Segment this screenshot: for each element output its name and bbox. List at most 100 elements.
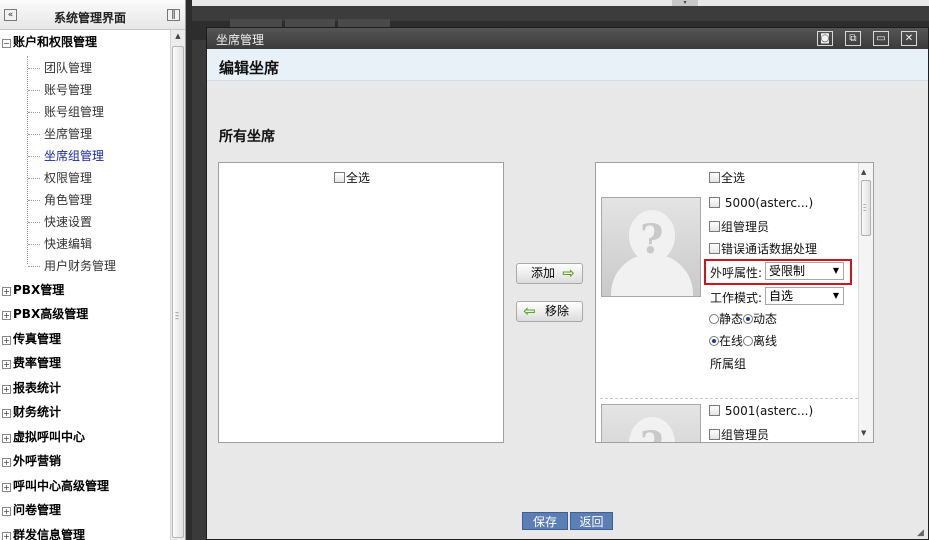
collapse-toggle-icon[interactable]: − bbox=[2, 39, 11, 48]
agent-divider bbox=[600, 398, 858, 399]
mode-radio-group[interactable]: 静态 动态 bbox=[709, 310, 777, 327]
sidebar-item[interactable]: 坐席组管理 bbox=[44, 147, 104, 165]
sidebar-item[interactable]: 角色管理 bbox=[44, 191, 92, 209]
remove-button[interactable]: ⇦ 移除 bbox=[516, 301, 583, 322]
available-agents-list[interactable]: 全选 bbox=[218, 162, 504, 443]
right-list-scrollbar[interactable]: ▲ – – – ▼ bbox=[858, 163, 873, 442]
resize-grip-icon[interactable]: ◢ bbox=[917, 528, 924, 538]
sidebar-scrollbar[interactable]: ▲ – – – bbox=[170, 30, 185, 540]
status-radio-group[interactable]: 在线 离线 bbox=[709, 332, 777, 349]
tree-group-label: 群发信息管理 bbox=[13, 528, 86, 540]
expand-toggle-icon[interactable]: + bbox=[2, 360, 11, 369]
scroll-grip-icon: – – – bbox=[175, 308, 179, 323]
scrollbar-thumb[interactable]: – – – bbox=[861, 180, 871, 236]
sidebar-item[interactable]: 快速设置 bbox=[44, 213, 92, 231]
tree-connector bbox=[28, 266, 40, 267]
expand-toggle-icon[interactable]: + bbox=[2, 483, 11, 492]
pin-icon[interactable]: ‖ bbox=[167, 9, 180, 21]
radio-online[interactable] bbox=[709, 336, 719, 346]
minimize-icon[interactable]: ▭ bbox=[873, 31, 889, 46]
back-button[interactable]: 返回 bbox=[570, 512, 613, 530]
tree-group[interactable]: + 虚拟呼叫中心 bbox=[2, 428, 85, 446]
tree-group[interactable]: + 财务统计 bbox=[2, 403, 61, 421]
tree-connector bbox=[28, 112, 40, 113]
expand-toggle-icon[interactable]: + bbox=[2, 287, 11, 296]
sidebar-item[interactable]: 团队管理 bbox=[44, 59, 92, 77]
checkbox[interactable] bbox=[709, 172, 720, 183]
radio-dynamic[interactable] bbox=[743, 314, 754, 324]
radio-offline[interactable] bbox=[743, 336, 754, 346]
sidebar-item[interactable]: 账号管理 bbox=[44, 81, 92, 99]
tree-group[interactable]: + 费率管理 bbox=[2, 354, 61, 372]
tree-group[interactable]: + PBX管理 bbox=[2, 281, 64, 299]
collapse-icon[interactable]: « bbox=[4, 9, 17, 21]
expand-toggle-icon[interactable]: + bbox=[2, 434, 11, 443]
scrollbar-thumb[interactable]: – – – bbox=[172, 46, 184, 538]
tree-group-label: PBX管理 bbox=[13, 283, 65, 297]
group-label: 所属组 bbox=[710, 357, 747, 371]
dialog-header: 编辑坐席 bbox=[207, 49, 928, 81]
agent-select-checkbox[interactable]: 5001(asterc...) bbox=[709, 404, 813, 418]
tree-group-label: PBX高级管理 bbox=[13, 307, 89, 321]
tree-group[interactable]: + 群发信息管理 bbox=[2, 526, 85, 540]
mode-static-label: 静态 bbox=[719, 312, 744, 326]
expand-toggle-icon[interactable]: + bbox=[2, 409, 11, 418]
expand-toggle-icon[interactable]: + bbox=[2, 532, 11, 540]
group-admin-label: 组管理员 bbox=[721, 220, 770, 234]
assigned-agents-list[interactable]: 全选 ? 5000(asterc...) 组管理员 错误通话数据处理 外呼属性:… bbox=[595, 162, 874, 443]
add-button[interactable]: 添加 ⇨ bbox=[516, 263, 583, 284]
sidebar-item[interactable]: 账号组管理 bbox=[44, 103, 104, 121]
expand-toggle-icon[interactable]: + bbox=[2, 336, 11, 345]
close-icon[interactable]: ✕ bbox=[901, 31, 917, 46]
mode-dynamic-label: 动态 bbox=[753, 312, 778, 326]
checkbox[interactable] bbox=[709, 405, 720, 416]
tree-group-label: 账户和权限管理 bbox=[13, 35, 98, 49]
tree-group[interactable]: + 呼叫中心高级管理 bbox=[2, 477, 109, 495]
expand-toggle-icon[interactable]: + bbox=[2, 385, 11, 394]
tree-connector bbox=[28, 156, 40, 157]
tree-connector bbox=[28, 200, 40, 201]
sidebar-item[interactable]: 用户财务管理 bbox=[44, 257, 116, 275]
work-mode-select[interactable]: 自选 ▼ bbox=[765, 287, 844, 305]
group-admin-checkbox[interactable]: 组管理员 bbox=[709, 218, 769, 235]
radio-static[interactable] bbox=[709, 314, 719, 324]
agent-name: 5001(asterc...) bbox=[724, 404, 814, 418]
checkbox[interactable] bbox=[334, 172, 345, 183]
tree-group[interactable]: + 传真管理 bbox=[2, 330, 61, 348]
scroll-down-icon[interactable]: ▼ bbox=[861, 429, 866, 437]
error-handling-label: 错误通话数据处理 bbox=[721, 242, 818, 256]
scroll-up-icon[interactable]: ▲ bbox=[171, 32, 185, 44]
expand-toggle-icon[interactable]: + bbox=[2, 458, 11, 467]
restore-icon[interactable]: ◙ bbox=[817, 31, 833, 46]
tree-group[interactable]: + 外呼营销 bbox=[2, 452, 61, 470]
sidebar-item[interactable]: 快速编辑 bbox=[44, 235, 92, 253]
select-all-label: 全选 bbox=[346, 171, 371, 185]
sidebar-item[interactable]: 坐席管理 bbox=[44, 125, 92, 143]
sidebar-header: « 系统管理界面 ‖ bbox=[0, 0, 185, 30]
expand-toggle-icon[interactable]: + bbox=[2, 311, 11, 320]
checkbox[interactable] bbox=[709, 197, 720, 208]
select-all-left[interactable]: 全选 bbox=[334, 169, 370, 186]
remove-label: 移除 bbox=[545, 304, 570, 318]
tree-group-account-permissions[interactable]: − 账户和权限管理 bbox=[2, 33, 97, 51]
group-admin-checkbox[interactable]: 组管理员 bbox=[709, 426, 769, 442]
tree-group[interactable]: + 报表统计 bbox=[2, 379, 61, 397]
agent-select-checkbox[interactable]: 5000(asterc...) bbox=[709, 196, 813, 210]
sidebar: « 系统管理界面 ‖ − 账户和权限管理 团队管理账号管理账号组管理坐席管理坐席组… bbox=[0, 0, 186, 540]
tree-group[interactable]: + 问卷管理 bbox=[2, 501, 61, 519]
tree-connector bbox=[27, 56, 28, 264]
error-handling-checkbox[interactable]: 错误通话数据处理 bbox=[709, 240, 817, 257]
save-button[interactable]: 保存 bbox=[522, 512, 568, 530]
sidebar-item[interactable]: 权限管理 bbox=[44, 169, 92, 187]
dialog-titlebar[interactable]: 坐席管理 ◙ ⧉ ▭ ✕ bbox=[207, 28, 928, 49]
maximize-icon[interactable]: ⧉ bbox=[845, 31, 861, 46]
select-all-right[interactable]: 全选 bbox=[709, 169, 745, 186]
checkbox[interactable] bbox=[709, 429, 720, 440]
question-mark-icon: ? bbox=[640, 216, 664, 263]
scroll-up-icon[interactable]: ▲ bbox=[861, 168, 866, 176]
expand-toggle-icon[interactable]: + bbox=[2, 507, 11, 516]
checkbox[interactable] bbox=[709, 221, 720, 232]
checkbox[interactable] bbox=[709, 243, 720, 254]
tree-group[interactable]: + PBX高级管理 bbox=[2, 305, 88, 323]
select-all-label: 全选 bbox=[721, 171, 746, 185]
